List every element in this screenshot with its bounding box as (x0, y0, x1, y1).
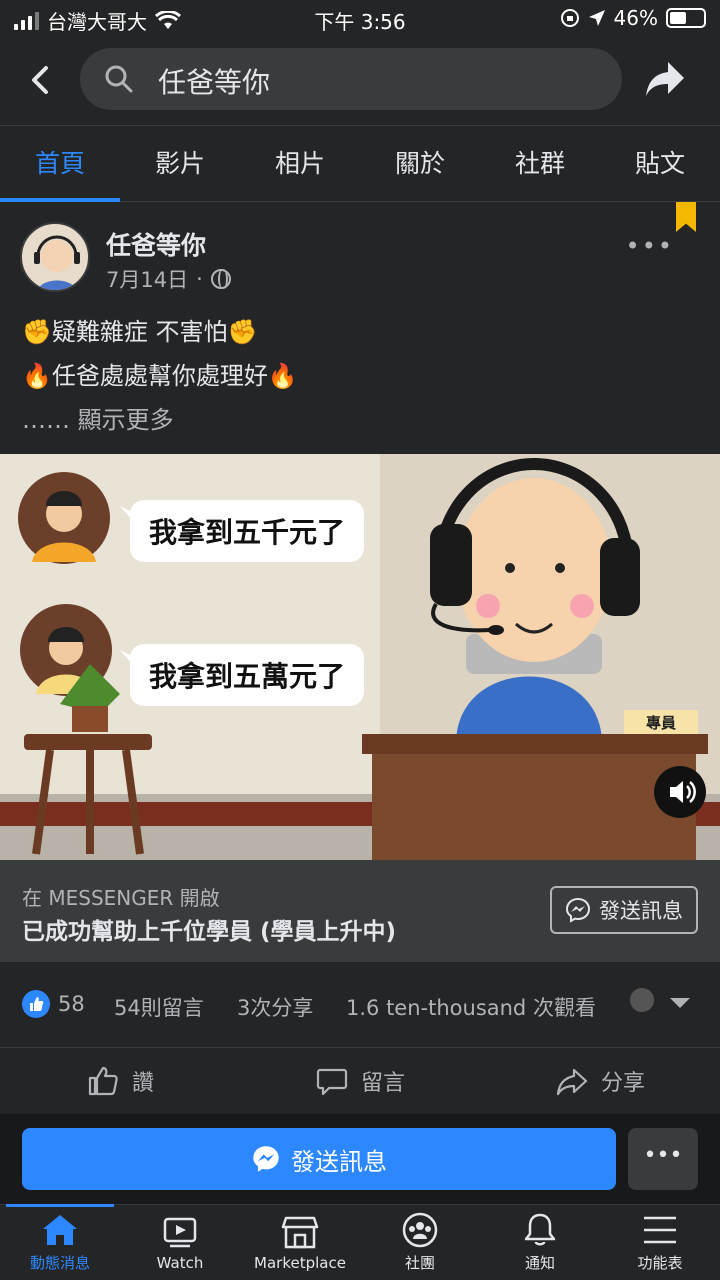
nav-news-feed[interactable]: 動態消息 (0, 1204, 120, 1280)
search-query: 任爸等你 (158, 66, 271, 99)
sound-toggle-button[interactable] (654, 766, 706, 818)
date-separator: · (196, 267, 203, 291)
message-bar: 發送訊息 ••• (0, 1114, 720, 1204)
see-more-link[interactable]: …… 顯示更多 (22, 398, 298, 442)
tab-videos[interactable]: 影片 (120, 126, 240, 201)
tab-photos[interactable]: 相片 (240, 126, 360, 201)
more-options-button[interactable]: ••• (628, 1128, 698, 1190)
battery-percent: 46% (613, 6, 658, 30)
post-date[interactable]: 7月14日 (106, 264, 188, 294)
nav-watch[interactable]: Watch (120, 1205, 240, 1280)
post-author[interactable]: 任爸等你 (106, 226, 206, 262)
nav-label: Watch (156, 1253, 204, 1272)
battery-icon (666, 8, 706, 28)
nav-label: 動態消息 (29, 1254, 90, 1272)
post-meta: 7月14日 · (106, 264, 231, 294)
video-icon (163, 1217, 197, 1247)
rotation-lock-icon (560, 9, 579, 27)
view-count: 1.6 ten-thousand 次觀看 (346, 996, 596, 1020)
share-arrow-icon (556, 1068, 588, 1096)
tab-home[interactable]: 首頁 (0, 126, 120, 202)
share-label: 分享 (600, 1071, 645, 1096)
comment-icon (316, 1068, 348, 1096)
bookmark-icon (676, 202, 696, 232)
bottom-navigation: 動態消息 Watch Marketplace 社團 通知 功能表 (0, 1204, 720, 1280)
menu-icon (644, 1216, 676, 1244)
post-options-button[interactable]: ••• (626, 232, 674, 260)
author-avatar[interactable] (20, 222, 90, 292)
cta-subtitle: 在 MESSENGER 開啟 (22, 886, 220, 910)
share-icon[interactable] (642, 56, 688, 102)
nav-label: Marketplace (254, 1253, 346, 1272)
location-icon (588, 10, 605, 26)
viewer-avatar[interactable] (628, 986, 656, 1014)
nav-label: 功能表 (637, 1254, 683, 1272)
nav-groups[interactable]: 社團 (360, 1205, 480, 1280)
nav-label: 通知 (524, 1254, 555, 1272)
post-text-line: ✊疑難雜症 不害怕✊ (22, 318, 258, 346)
post-video[interactable]: 我拿到五千元了 我拿到五萬元了 專員 (0, 454, 720, 860)
tab-about[interactable]: 關於 (360, 126, 480, 201)
search-input[interactable]: 任爸等你 (80, 48, 622, 110)
groups-icon (402, 1212, 438, 1248)
like-label: 讚 (131, 1071, 154, 1096)
like-count[interactable]: 58 (58, 992, 85, 1016)
speech-bubble-1: 我拿到五千元了 (149, 516, 345, 549)
nav-marketplace[interactable]: Marketplace (240, 1205, 360, 1280)
like-button[interactable]: 讚 (0, 1048, 240, 1114)
speaker-icon (670, 781, 696, 803)
back-arrow-icon[interactable] (20, 58, 64, 102)
post-text-line: 🔥任爸處處幫你處理好🔥 (22, 362, 298, 390)
nav-menu[interactable]: 功能表 (600, 1205, 720, 1280)
video-illustration: 我拿到五千元了 我拿到五萬元了 專員 (0, 454, 720, 860)
bell-icon (524, 1213, 556, 1246)
send-message-primary-label: 發送訊息 (291, 1147, 387, 1176)
comment-label: 留言 (360, 1071, 405, 1096)
thumbs-up-icon (88, 1066, 118, 1096)
comment-count[interactable]: 54則留言 (114, 992, 204, 1022)
nav-notifications[interactable]: 通知 (480, 1205, 600, 1280)
home-icon (43, 1215, 77, 1245)
messenger-cta: 在 MESSENGER 開啟 已成功幫助上千位學員 (學員上升中) 發送訊息 (0, 860, 720, 962)
post-stats: 58 54則留言 3次分享 1.6 ten-thousand 次觀看 (0, 962, 720, 1048)
tab-posts[interactable]: 貼文 (600, 126, 720, 201)
post-text: ✊疑難雜症 不害怕✊ 🔥任爸處處幫你處理好🔥 …… 顯示更多 (22, 310, 298, 442)
shop-icon (281, 1216, 319, 1248)
globe-icon (210, 269, 231, 289)
nav-label: 社團 (404, 1254, 435, 1272)
search-header: 任爸等你 (0, 36, 720, 126)
share-count[interactable]: 3次分享 (237, 992, 313, 1022)
send-message-label: 發送訊息 (599, 899, 683, 923)
like-reaction-icon (22, 990, 50, 1018)
comment-button[interactable]: 留言 (240, 1048, 480, 1114)
search-icon (105, 65, 133, 93)
cta-title: 已成功幫助上千位學員 (學員上升中) (22, 919, 397, 945)
status-bar: 台灣大哥大 下午 3:56 46% (0, 0, 720, 36)
messenger-icon (253, 1146, 279, 1172)
page-tabs: 首頁 影片 相片 關於 社群 貼文 (0, 126, 720, 202)
send-message-primary-button[interactable]: 發送訊息 (22, 1128, 616, 1190)
post-actions: 讚 留言 分享 (0, 1048, 720, 1114)
tab-community[interactable]: 社群 (480, 126, 600, 201)
send-message-button[interactable]: 發送訊息 (550, 886, 698, 934)
chevron-down-icon[interactable] (670, 998, 690, 1008)
share-button[interactable]: 分享 (480, 1048, 720, 1114)
speech-bubble-2: 我拿到五萬元了 (149, 660, 345, 693)
messenger-icon (565, 897, 591, 923)
desk-sign: 專員 (646, 714, 676, 732)
